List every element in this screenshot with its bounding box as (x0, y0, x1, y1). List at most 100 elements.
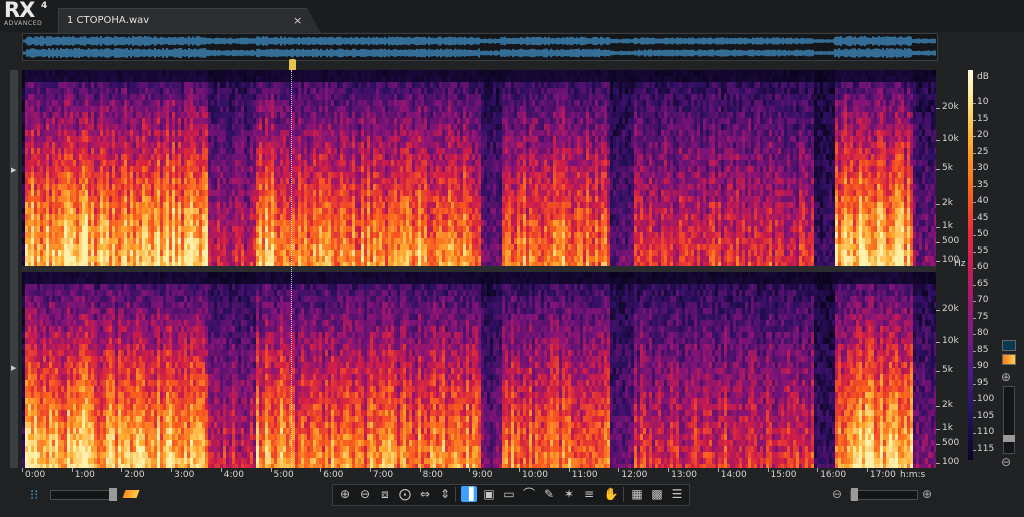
waveform-overview[interactable] (22, 33, 938, 61)
view-options-panel: ⊕ ⊖ (998, 70, 1020, 470)
frequency-tick (936, 169, 940, 170)
db-tick (973, 367, 976, 368)
horizontal-zoom-knob[interactable] (851, 488, 858, 501)
spectrogram-channel-right[interactable] (22, 272, 936, 468)
horizontal-zoom-slider[interactable] (850, 490, 918, 500)
frequency-axis[interactable]: 20k 20k 10k 10k 5k 5k 2k 2k 1k 1k 500 500 100 100 (936, 70, 966, 468)
waveform-spectrogram-blend-slider[interactable] (50, 490, 112, 500)
lasso-icon[interactable]: ⌒ (521, 486, 537, 502)
db-tick (973, 202, 976, 203)
waveform-icon[interactable]: ⁝⁝ (30, 488, 38, 503)
frequency-label: 500 (942, 236, 959, 246)
harmonic-select-icon[interactable]: ≡ (581, 486, 597, 502)
channel-selector-bar[interactable] (10, 70, 18, 468)
db-unit: dB (977, 72, 989, 82)
vertical-zoom-slider[interactable] (1003, 386, 1015, 454)
frequency-label: 10k (942, 134, 959, 144)
time-axis[interactable]: 0:00 1:00 2:00 3:00 4:00 5:00 6:00 7:00 8:00 9:00… (22, 468, 936, 484)
time-tick (668, 468, 670, 472)
db-label: 15 (977, 114, 988, 124)
time-label: 0:00 (25, 470, 45, 480)
vertical-zoom-knob[interactable] (1003, 435, 1015, 442)
time-label: 10:00 (522, 470, 548, 480)
db-label: 10 (977, 97, 988, 107)
file-tab[interactable]: 1 СТОРОНА.wav × (58, 8, 321, 33)
frequency-tick (936, 108, 940, 109)
db-tick (973, 218, 976, 220)
frequency-label: 20k (942, 304, 959, 314)
hand-icon[interactable]: ✋ (603, 486, 619, 502)
channel-1-marker-icon[interactable]: ▶ (11, 166, 16, 174)
frequency-label: 500 (942, 438, 959, 448)
time-tick (369, 468, 371, 472)
db-label: 100 (977, 394, 994, 404)
magic-wand-icon[interactable]: ✶ (561, 486, 577, 502)
time-label: 8:00 (423, 470, 443, 480)
list-icon[interactable]: ☰ (669, 486, 685, 502)
frequency-label: 5k (942, 365, 953, 375)
time-tick (320, 468, 322, 472)
spectrogram-channel-left[interactable] (22, 70, 936, 266)
time-tick (767, 468, 769, 472)
db-label: 60 (977, 262, 988, 272)
zoom-out-icon[interactable]: ⊖ (357, 486, 373, 502)
zoom-horizontal-icon[interactable]: ⇔ (417, 486, 433, 502)
spectrogram-icon[interactable] (122, 490, 140, 498)
tool-palette: ⊕ ⊖ ⧈ ⨀ ⇔ ⇕ ▐ ▣ ▭ ⌒ ✎ ✶ ≡ ✋ ▦ ▩ ☰ (332, 484, 690, 506)
time-tick (519, 468, 520, 472)
time-select-icon[interactable]: ▐ (461, 486, 477, 502)
time-tick (717, 468, 719, 472)
frequency-tick (936, 463, 940, 464)
spectrogram-colormap-icon[interactable] (1002, 354, 1016, 365)
frequency-select-icon[interactable]: ▭ (501, 486, 517, 502)
frequency-tick (936, 204, 940, 205)
frequency-label: 2k (942, 400, 953, 410)
time-frequency-select-icon[interactable]: ▣ (481, 486, 497, 502)
zoom-fit-icon[interactable]: ⨀ (397, 486, 413, 502)
db-label: 85 (977, 345, 988, 355)
overview-channel-1 (23, 35, 936, 47)
time-label: 17:00 (870, 470, 896, 480)
time-tick (866, 468, 868, 472)
zoom-out-icon[interactable]: ⊖ (832, 487, 842, 501)
zoom-in-icon[interactable]: ⊕ (337, 486, 353, 502)
time-tick (469, 468, 471, 472)
spectrogram-display[interactable] (22, 70, 936, 468)
db-tick (973, 235, 976, 236)
zoom-out-icon[interactable]: ⊖ (1001, 455, 1011, 469)
db-label: 115 (977, 444, 994, 454)
db-color-scale: dB 10 15 20 25 30 35 40 45 50 55 60 65 70 75 80 85 90 95 10… (966, 70, 996, 468)
brush-icon[interactable]: ✎ (541, 486, 557, 502)
zoom-in-icon[interactable]: ⊕ (922, 487, 932, 501)
rx-logo: RX 4 ADVANCED (4, 0, 56, 30)
time-label: 7:00 (373, 470, 393, 480)
waveform-colormap-icon[interactable] (1002, 340, 1016, 351)
logo-text: RX (4, 0, 35, 22)
db-label: 110 (977, 427, 994, 437)
filter-a-icon[interactable]: ▦ (629, 486, 645, 502)
time-tick (22, 468, 23, 472)
time-tick (270, 468, 272, 472)
zoom-selection-icon[interactable]: ⧈ (377, 486, 393, 502)
time-unit: h:m:s (900, 470, 925, 480)
db-tick (973, 152, 976, 154)
frequency-label: 5k (942, 163, 953, 173)
time-label: 14:00 (721, 470, 747, 480)
frequency-tick (936, 371, 940, 372)
db-label: 20 (977, 130, 988, 140)
time-label: 9:00 (472, 470, 492, 480)
zoom-vertical-icon[interactable]: ⇕ (437, 486, 453, 502)
db-tick (973, 103, 976, 104)
db-tick (973, 185, 976, 187)
close-icon[interactable]: × (293, 14, 302, 27)
zoom-in-icon[interactable]: ⊕ (1001, 370, 1011, 384)
frequency-unit: Hz (954, 259, 966, 269)
frequency-tick (936, 310, 940, 311)
channel-2-marker-icon[interactable]: ▶ (11, 364, 16, 372)
tool-separator (455, 487, 456, 502)
db-label: 50 (977, 229, 988, 239)
time-label: 15:00 (771, 470, 797, 480)
filter-b-icon[interactable]: ▩ (649, 486, 665, 502)
blend-slider-knob[interactable] (109, 488, 117, 501)
db-tick (973, 350, 976, 352)
